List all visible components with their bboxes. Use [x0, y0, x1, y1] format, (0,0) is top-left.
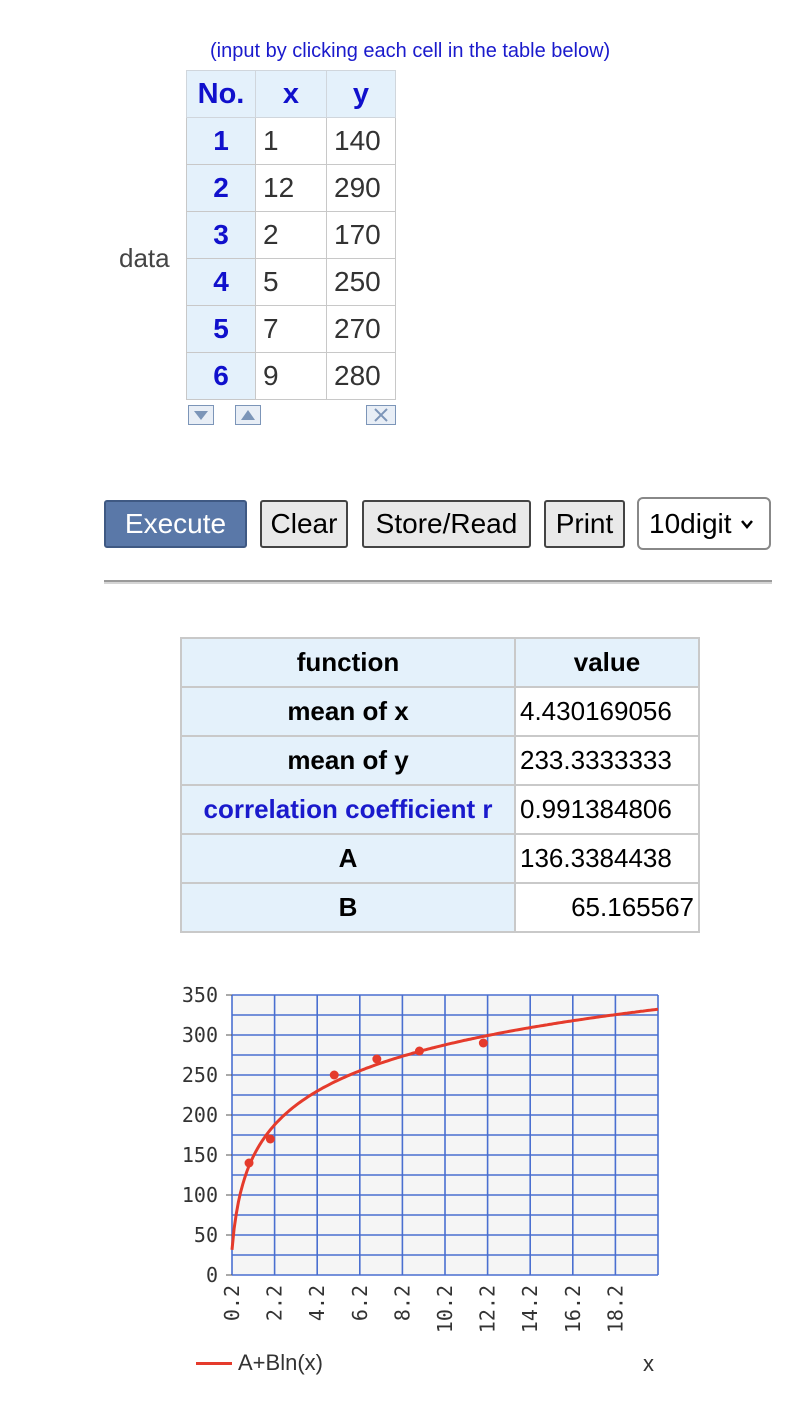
- data-point: [372, 1054, 382, 1064]
- x-tick-label: 18.2: [603, 1285, 627, 1333]
- x-tick-label: 0.2: [220, 1285, 244, 1321]
- input-hint: (input by clicking each cell in the tabl…: [210, 40, 611, 62]
- table-header-row: No. x y: [186, 70, 396, 118]
- row-number: 3: [186, 211, 256, 259]
- data-point: [414, 1046, 424, 1056]
- header-y: y: [326, 70, 396, 118]
- result-row: mean of y 233.3333333: [180, 735, 700, 786]
- input-data-table: No. x y 1 1 140 2 12 290 3 2 170 4 5 250…: [186, 70, 396, 400]
- table-row: 3 2 170: [186, 211, 396, 259]
- row-number: 6: [186, 352, 256, 400]
- add-row-down-icon[interactable]: [188, 405, 214, 425]
- result-value: 136.3384438: [514, 833, 700, 884]
- y-cell[interactable]: 140: [326, 117, 396, 165]
- y-tick-label: 250: [182, 1063, 218, 1087]
- digits-select-value: 10digit: [649, 507, 732, 539]
- chevron-down-icon: [740, 513, 754, 534]
- execute-button[interactable]: Execute: [104, 500, 247, 548]
- print-button[interactable]: Print: [544, 500, 625, 548]
- y-tick-label: 0: [206, 1263, 218, 1287]
- result-row: A 136.3384438: [180, 833, 700, 884]
- result-function: A: [180, 833, 516, 884]
- result-value: 4.430169056: [514, 686, 700, 737]
- y-cell[interactable]: 270: [326, 305, 396, 353]
- x-cell[interactable]: 1: [255, 117, 327, 165]
- table-row: 5 7 270: [186, 305, 396, 353]
- x-tick-label: 8.2: [390, 1285, 414, 1321]
- clear-table-close-icon[interactable]: [366, 405, 396, 425]
- result-value: 65.165567: [514, 882, 700, 933]
- y-cell[interactable]: 290: [326, 164, 396, 212]
- y-cell[interactable]: 250: [326, 258, 396, 306]
- y-tick-label: 100: [182, 1183, 218, 1207]
- result-function: B: [180, 882, 516, 933]
- chart-legend: A+Bln(x): [196, 1350, 323, 1376]
- x-tick-label: 16.2: [561, 1285, 585, 1333]
- result-function-link[interactable]: correlation coefficient r: [180, 784, 516, 835]
- row-number: 4: [186, 258, 256, 306]
- x-tick-label: 14.2: [518, 1285, 542, 1333]
- remove-row-up-icon[interactable]: [235, 405, 261, 425]
- x-cell[interactable]: 2: [255, 211, 327, 259]
- x-cell[interactable]: 5: [255, 258, 327, 306]
- digits-select[interactable]: 10digit: [637, 497, 771, 550]
- x-tick-label: 2.2: [263, 1285, 287, 1321]
- data-point: [329, 1070, 339, 1080]
- result-value: 0.991384806: [514, 784, 700, 835]
- data-point: [244, 1158, 254, 1168]
- row-number: 2: [186, 164, 256, 212]
- data-label: data: [119, 243, 170, 273]
- x-tick-label: 12.2: [476, 1285, 500, 1333]
- clear-button[interactable]: Clear: [260, 500, 348, 548]
- y-cell[interactable]: 170: [326, 211, 396, 259]
- row-number: 5: [186, 305, 256, 353]
- legend-line-swatch: [196, 1361, 232, 1365]
- header-x: x: [255, 70, 327, 118]
- result-function: mean of y: [180, 735, 516, 786]
- table-row: 4 5 250: [186, 258, 396, 306]
- legend-label: A+Bln(x): [238, 1350, 323, 1375]
- header-value: value: [514, 637, 700, 688]
- header-no: No.: [186, 70, 256, 118]
- x-cell[interactable]: 12: [255, 164, 327, 212]
- y-tick-label: 200: [182, 1103, 218, 1127]
- results-table: function value mean of x 4.430169056 mea…: [180, 637, 700, 933]
- regression-chart: 350 300 250 200 150 100 50 00.2 2.2 4.2 6.2 8.2 10.2…: [182, 983, 659, 1333]
- x-tick-label: 10.2: [433, 1285, 457, 1333]
- x-tick-label: 6.2: [348, 1285, 372, 1321]
- data-point: [265, 1134, 275, 1144]
- table-row: 2 12 290: [186, 164, 396, 212]
- header-function: function: [180, 637, 516, 688]
- result-row: B 65.165567: [180, 882, 700, 933]
- x-cell[interactable]: 9: [255, 352, 327, 400]
- y-tick-label: 50: [194, 1223, 218, 1247]
- row-number: 1: [186, 117, 256, 165]
- x-tick-label: 4.2: [305, 1285, 329, 1321]
- result-row: correlation coefficient r 0.991384806: [180, 784, 700, 835]
- result-row: mean of x 4.430169056: [180, 686, 700, 737]
- table-row: 1 1 140: [186, 117, 396, 165]
- data-point: [478, 1038, 488, 1048]
- y-tick-label: 150: [182, 1143, 218, 1167]
- y-cell[interactable]: 280: [326, 352, 396, 400]
- result-function: mean of x: [180, 686, 516, 737]
- x-cell[interactable]: 7: [255, 305, 327, 353]
- store-read-button[interactable]: Store/Read: [362, 500, 531, 548]
- x-axis-label: x: [643, 1351, 654, 1376]
- table-row: 6 9 280: [186, 352, 396, 400]
- result-value: 233.3333333: [514, 735, 700, 786]
- y-tick-label: 350: [182, 983, 218, 1007]
- y-tick-label: 300: [182, 1023, 218, 1047]
- divider: [104, 580, 772, 584]
- results-header-row: function value: [180, 637, 700, 688]
